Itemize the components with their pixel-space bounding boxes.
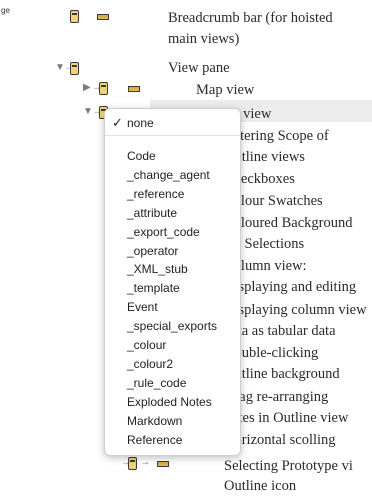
note-icon: [70, 62, 79, 75]
menu-item[interactable]: Exploded Notes: [127, 395, 212, 410]
menu-item-none[interactable]: none: [127, 116, 154, 131]
menu-item[interactable]: Code: [127, 149, 156, 164]
outline-row-text-cont[interactable]: main views): [168, 29, 239, 49]
menu-item[interactable]: _colour2: [127, 357, 173, 372]
menu-item[interactable]: _export_code: [127, 225, 200, 240]
menu-item[interactable]: _special_exports: [127, 319, 217, 334]
gutter-label: ge: [1, 6, 10, 15]
outline-row-breadcrumb-bar[interactable]: Breadcrumb bar (for hoisted: [168, 8, 333, 28]
outline-row-coloured-background[interactable]: Coloured Background: [224, 213, 352, 233]
menu-item[interactable]: _attribute: [127, 206, 177, 221]
menu-item[interactable]: _colour: [127, 338, 166, 353]
outline-row-text-cont[interactable]: notes in Outline view: [224, 408, 348, 428]
menu-item[interactable]: _change_agent: [127, 168, 210, 183]
menu-item[interactable]: Event: [127, 300, 158, 315]
note-icon: [70, 10, 79, 23]
outline-row-displaying-column-view[interactable]: Displaying column view: [224, 300, 367, 320]
disclosure-collapsed-icon[interactable]: ▶: [83, 78, 91, 98]
menu-item[interactable]: Reference: [127, 433, 182, 448]
note-icon: [128, 457, 137, 470]
menu-item[interactable]: _template: [127, 281, 180, 296]
outline-row-view-pane[interactable]: View pane: [168, 58, 230, 78]
note-icon: [99, 82, 108, 95]
menu-item[interactable]: _rule_code: [127, 376, 186, 391]
checkmark-icon: ✓: [112, 115, 123, 130]
menu-item[interactable]: _reference: [127, 187, 184, 202]
outline-row-selecting-prototype[interactable]: Selecting Prototype vi: [224, 456, 353, 476]
prototype-badge-icon: [97, 14, 109, 20]
left-gutter: ge: [0, 0, 47, 494]
menu-item[interactable]: _XML_stub: [127, 262, 188, 277]
menu-separator: [105, 135, 240, 136]
outline-row-text-cont[interactable]: Outline icon: [224, 476, 296, 496]
prototype-popup-menu: ✓ none Code _change_agent _reference _attri…: [104, 108, 241, 456]
link-arrow-icon: →: [140, 457, 150, 468]
outline-row-map-view[interactable]: Map view: [196, 80, 254, 100]
menu-item[interactable]: Markdown: [127, 414, 182, 429]
menu-item[interactable]: _operator: [127, 244, 178, 259]
prototype-badge-icon: [128, 86, 140, 92]
outline-row-displaying-editing[interactable]: Displaying and editing: [224, 277, 356, 297]
outline-row-text-cont[interactable]: Outline background: [224, 364, 340, 384]
prototype-badge-icon: [157, 461, 169, 467]
